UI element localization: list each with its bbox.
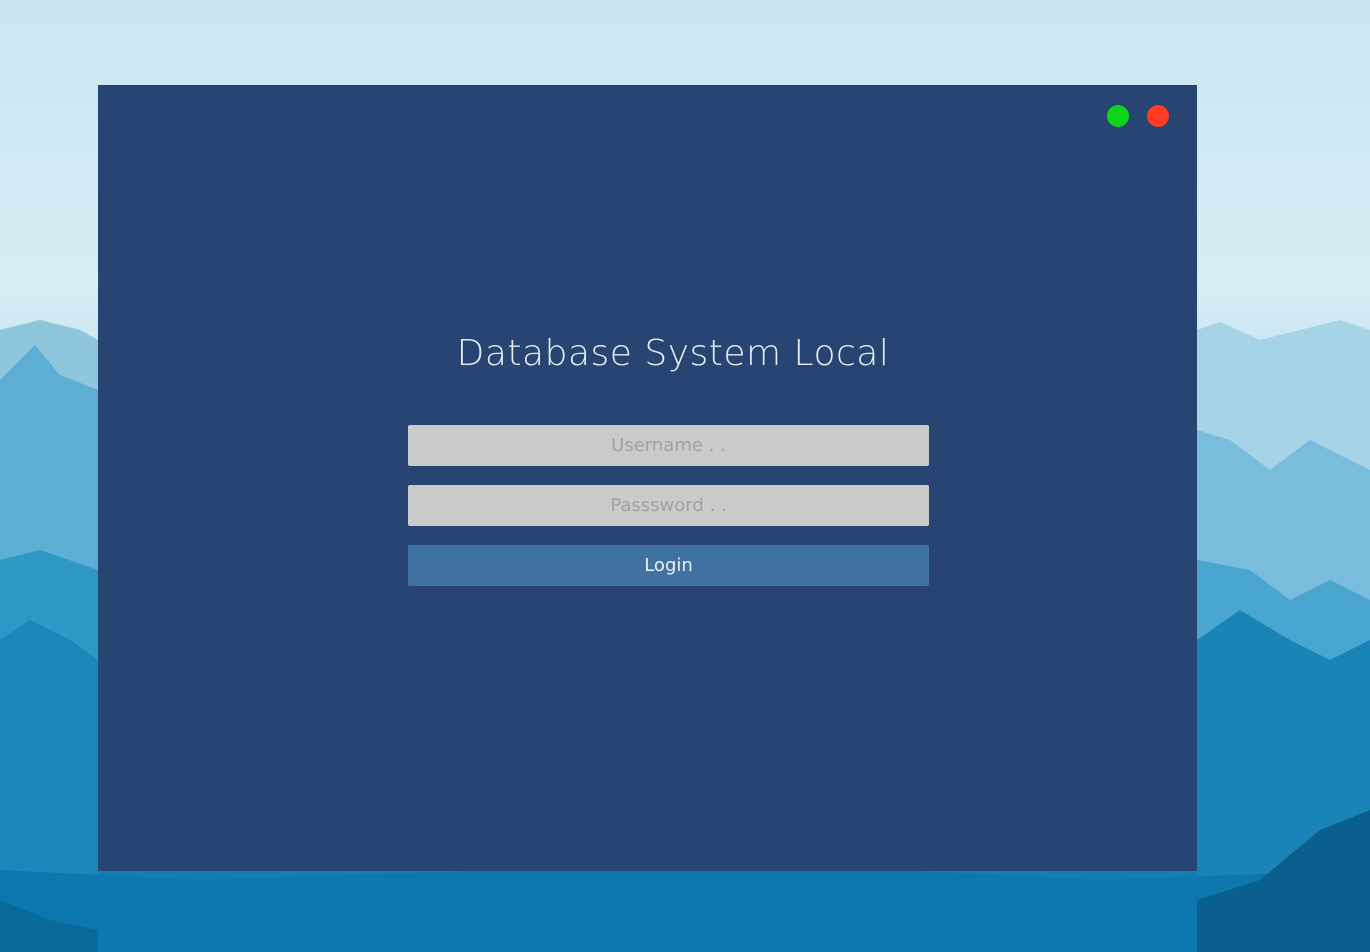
password-input[interactable] — [408, 485, 929, 526]
username-input[interactable] — [408, 425, 929, 466]
login-button[interactable]: Login — [408, 545, 929, 586]
close-button[interactable] — [1147, 105, 1169, 127]
maximize-button[interactable] — [1107, 105, 1129, 127]
page-title: Database System Local — [456, 333, 890, 374]
login-window: Database System Local Login — [98, 85, 1197, 871]
